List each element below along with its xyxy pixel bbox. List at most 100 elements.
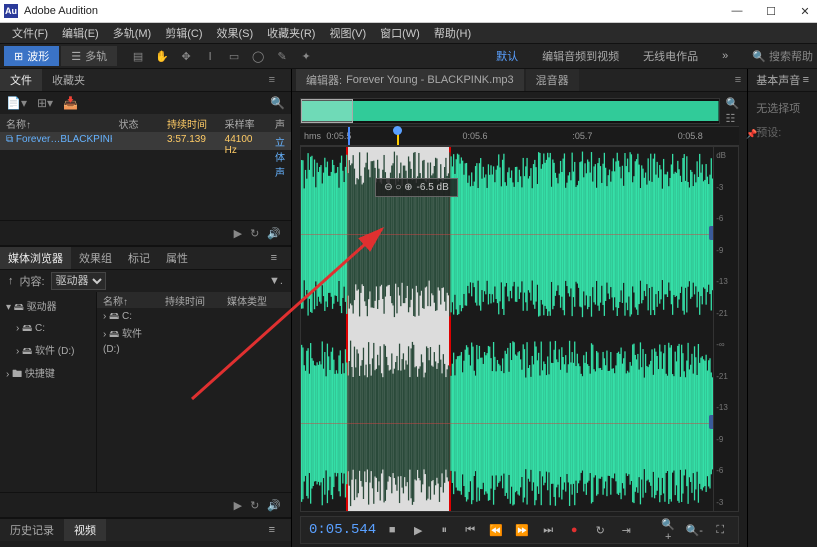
time-ruler[interactable]: hms 0:05.5 0:05.6 :05.7 0:05.8 📌 (300, 126, 739, 146)
workspace-more[interactable]: » (712, 48, 738, 64)
stop-button[interactable]: ■ (382, 524, 402, 536)
multitrack-view-button[interactable]: ☰多轨 (61, 46, 117, 66)
tab-media-browser[interactable]: 媒体浏览器 (0, 247, 71, 269)
col-name[interactable]: 名称↑ (0, 114, 112, 132)
zoom-in-icon[interactable]: 🔍+ (658, 518, 678, 543)
move-tool-icon[interactable]: ✥ (177, 50, 195, 63)
col-samplerate[interactable]: 采样率 (219, 114, 269, 132)
play-button[interactable]: ▶ (408, 524, 428, 537)
autoplay-preview-icon[interactable]: 🔊 (267, 499, 281, 512)
menu-bar: 文件(F) 编辑(E) 多轨(M) 剪辑(C) 效果(S) 收藏夹(R) 视图(… (0, 23, 817, 44)
tab-files[interactable]: 文件 (0, 69, 42, 91)
play-preview-icon[interactable]: ▶ (234, 499, 242, 512)
menu-edit[interactable]: 编辑(E) (56, 25, 105, 41)
close-button[interactable]: ✕ (797, 5, 813, 18)
go-end-button[interactable]: ⏭ (538, 524, 558, 537)
menu-clip[interactable]: 剪辑(C) (159, 25, 208, 41)
browser-filter-icon[interactable]: ▼. (269, 275, 283, 287)
workspace-default[interactable]: 默认 (486, 46, 528, 66)
maximize-button[interactable]: ☐ (763, 5, 779, 18)
loop-preview-icon[interactable]: ↻ (250, 227, 259, 240)
new-multitrack-icon[interactable]: ⊞▾ (37, 96, 53, 110)
pause-button[interactable]: ⏸ (434, 524, 454, 537)
go-start-button[interactable]: ⏮ (460, 524, 480, 537)
menu-multitrack[interactable]: 多轨(M) (107, 25, 158, 41)
main-toolbar: ⊞波形 ☰多轨 ▤ ✋ ✥ Ⅰ ▭ ◯ ✎ ✦ 默认 编辑音频到视频 无线电作品… (0, 44, 817, 69)
timecode[interactable]: 0:05.544 (309, 522, 376, 538)
time-selection-tool-icon[interactable]: Ⅰ (201, 50, 219, 63)
tab-properties[interactable]: 属性 (158, 247, 196, 269)
waveform-editor[interactable]: ⊖ ○ ⊕ -6.5 dB L R (300, 146, 714, 512)
mixer-tab[interactable]: 混音器 (526, 69, 579, 91)
col-duration[interactable]: 持续时间 (161, 114, 219, 132)
window-titlebar: Au Adobe Audition — ☐ ✕ (0, 0, 817, 23)
menu-favorites[interactable]: 收藏夹(R) (261, 25, 321, 41)
tab-markers[interactable]: 标记 (120, 247, 158, 269)
playhead-handle[interactable] (393, 126, 402, 135)
loop-button[interactable]: ↻ (590, 524, 610, 537)
files-panel-menu-icon[interactable]: ≡ (259, 71, 285, 89)
tab-favorites[interactable]: 收藏夹 (42, 69, 95, 91)
menu-window[interactable]: 窗口(W) (374, 25, 426, 41)
autoplay-preview-icon[interactable]: 🔊 (267, 227, 281, 240)
tree-shortcuts[interactable]: › 🖿 快捷键 (2, 363, 94, 386)
zoom-out-icon[interactable]: 🔍- (684, 524, 704, 537)
forward-button[interactable]: ⏩ (512, 524, 532, 537)
tab-history[interactable]: 历史记录 (0, 519, 64, 541)
content-label: 内容: (20, 273, 45, 289)
hand-tool-icon[interactable]: ✋ (153, 50, 171, 63)
minimize-button[interactable]: — (729, 5, 745, 18)
overview-waveform[interactable] (300, 98, 720, 124)
menu-view[interactable]: 视图(V) (323, 25, 372, 41)
editor-panel-menu-icon[interactable]: ≡ (735, 74, 741, 86)
browser-row[interactable]: › 🖴 软件 (D:) (97, 324, 291, 340)
files-search-icon[interactable]: 🔍 (270, 96, 285, 110)
play-preview-icon[interactable]: ▶ (234, 227, 242, 240)
bottom-panel-menu-icon[interactable]: ≡ (259, 521, 285, 539)
tree-d[interactable]: › 🖴 软件 (D:) (2, 340, 94, 363)
volume-hud[interactable]: ⊖ ○ ⊕ -6.5 dB (375, 178, 458, 197)
spectral-view-icon[interactable]: ☷ (726, 112, 740, 125)
menu-help[interactable]: 帮助(H) (428, 25, 477, 41)
lasso-tool-icon[interactable]: ◯ (249, 50, 267, 63)
menu-file[interactable]: 文件(F) (6, 25, 54, 41)
selection-start-marker[interactable] (348, 127, 350, 145)
marquee-tool-icon[interactable]: ▭ (225, 50, 243, 63)
browser-col-dur[interactable]: 持续时间 (159, 292, 221, 308)
browser-col-name[interactable]: 名称↑ (97, 292, 159, 308)
menu-effects[interactable]: 效果(S) (211, 25, 260, 41)
record-button[interactable]: ● (564, 524, 584, 536)
browser-panel-menu-icon[interactable]: ≡ (263, 249, 285, 267)
brush-tool-icon[interactable]: ✎ (273, 50, 291, 63)
drive-select[interactable]: 驱动器 (51, 272, 106, 290)
open-file-icon[interactable]: 📄▾ (6, 96, 27, 110)
browser-up-icon[interactable]: ↑ (8, 275, 14, 287)
overview-viewport[interactable] (301, 99, 353, 123)
zoom-icon[interactable]: 🔍 (726, 97, 740, 110)
zoom-full-icon[interactable]: ⛶ (710, 524, 730, 537)
skip-selection-button[interactable]: ⇥ (616, 524, 636, 537)
file-row[interactable]: ⧉ Forever…BLACKPINK.mp3 3:57.139 44100 H… (0, 132, 291, 150)
pin-icon[interactable]: 📌 (746, 129, 757, 140)
spectral-toggle-icon[interactable]: ▤ (129, 50, 147, 63)
essential-sound-title: 基本声音 (756, 72, 800, 88)
waveform-view-button[interactable]: ⊞波形 (4, 46, 59, 66)
browser-row[interactable]: › 🖴 C: (97, 308, 291, 324)
loop-preview-icon[interactable]: ↻ (250, 499, 259, 512)
browser-file-list: 名称↑ 持续时间 媒体类型 › 🖴 C: › 🖴 软件 (D:) (97, 292, 291, 492)
rewind-button[interactable]: ⏪ (486, 524, 506, 537)
workspace-edit-audio-to-video[interactable]: 编辑音频到视频 (532, 46, 629, 66)
col-status[interactable]: 状态 (112, 114, 161, 132)
workspace-radio[interactable]: 无线电作品 (633, 46, 708, 66)
col-channels[interactable]: 声道 (269, 114, 291, 132)
tree-root[interactable]: ▾ 🖴 驱动器 (2, 296, 94, 319)
tab-effects-rack[interactable]: 效果组 (71, 247, 120, 269)
import-icon[interactable]: 📥 (63, 96, 78, 110)
search-help[interactable]: 🔍 搜索帮助 (752, 48, 813, 64)
essential-sound-menu-icon[interactable]: ≡ (803, 74, 809, 86)
tab-video[interactable]: 视频 (64, 519, 106, 541)
heal-tool-icon[interactable]: ✦ (297, 50, 315, 63)
browser-col-type[interactable]: 媒体类型 (221, 292, 291, 308)
editor-tab[interactable]: 编辑器:Forever Young - BLACKPINK.mp3 (296, 69, 524, 91)
tree-c[interactable]: › 🖴 C: (2, 319, 94, 340)
